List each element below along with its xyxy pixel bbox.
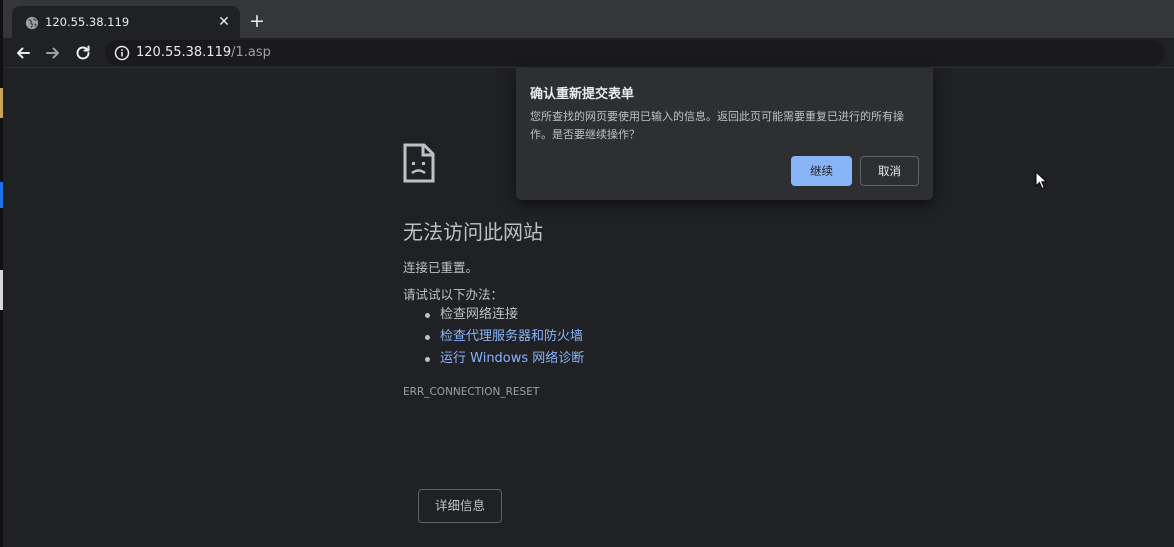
error-code: ERR_CONNECTION_RESET [403, 386, 540, 398]
error-title: 无法访问此网站 [403, 220, 543, 244]
suggestion-check-proxy-link[interactable]: 检查代理服务器和防火墙 [440, 329, 583, 344]
continue-button[interactable]: 继续 [791, 156, 852, 186]
browser-tab[interactable]: 120.55.38.119 ✕ [12, 6, 240, 40]
suggestions-label: 请试试以下办法： [403, 287, 504, 302]
suggestion-check-network: 检查网络连接 [440, 307, 519, 322]
reload-button[interactable] [72, 42, 94, 64]
error-subtitle: 连接已重置。 [403, 260, 479, 275]
resubmit-form-dialog: 确认重新提交表单 您所查找的网页要使用已输入的信息。返回此页可能需要重复已进行的… [516, 68, 933, 200]
arrow-right-icon [46, 47, 59, 59]
mouse-cursor-icon [1035, 171, 1048, 190]
info-icon[interactable] [114, 45, 130, 61]
suggestion-item: 检查代理服务器和防火墙 [425, 326, 584, 348]
globe-icon [25, 16, 39, 30]
forward-button[interactable] [42, 42, 64, 64]
address-bar[interactable]: 120.55.38.119/1.asp [105, 40, 1165, 66]
details-button[interactable]: 详细信息 [418, 489, 502, 523]
browser-window: 120.55.38.119 ✕ + 120.55.38.119/1.asp 无法… [3, 0, 1174, 547]
suggestions-list: 检查网络连接 检查代理服务器和防火墙 运行 Windows 网络诊断 [425, 304, 584, 370]
new-tab-button[interactable]: + [246, 10, 268, 32]
sad-page-icon [403, 143, 435, 183]
suggestion-run-diagnostics-link[interactable]: 运行 Windows 网络诊断 [440, 351, 584, 366]
dialog-message: 您所查找的网页要使用已输入的信息。返回此页可能需要重复已进行的所有操作。是否要继… [530, 110, 904, 141]
url-path: /1.asp [231, 45, 271, 60]
arrow-left-icon [17, 47, 30, 59]
suggestion-item: 检查网络连接 [425, 304, 584, 326]
tab-strip: 120.55.38.119 ✕ + [3, 0, 1174, 40]
url-host: 120.55.38.119 [136, 45, 232, 60]
reload-icon [76, 45, 90, 60]
cancel-button[interactable]: 取消 [860, 156, 919, 186]
tab-title: 120.55.38.119 [45, 15, 130, 29]
close-tab-icon[interactable]: ✕ [215, 12, 233, 32]
url-text[interactable]: 120.55.38.119/1.asp [136, 45, 271, 60]
browser-toolbar: 120.55.38.119/1.asp [3, 38, 1174, 68]
back-button[interactable] [12, 42, 34, 64]
dialog-title: 确认重新提交表单 [530, 87, 635, 102]
suggestion-item: 运行 Windows 网络诊断 [425, 348, 584, 370]
